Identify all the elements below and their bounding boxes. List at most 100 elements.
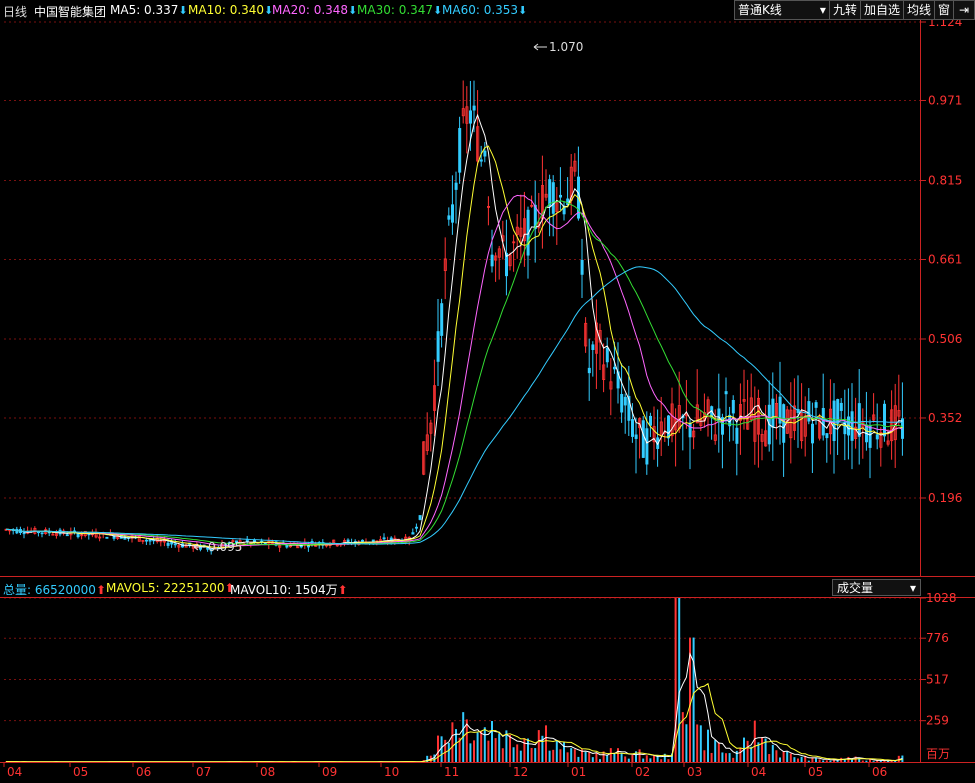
candle-body (22, 532, 26, 535)
mavol5-line (6, 652, 903, 763)
add-watchlist-button[interactable]: 加自选 (859, 0, 904, 20)
volume-bar (797, 758, 799, 762)
candle-body (587, 367, 591, 374)
candle-body (868, 425, 872, 448)
volume-bar (753, 720, 756, 762)
volume-bar (537, 730, 540, 762)
volume-bar (775, 750, 778, 762)
candle-body (875, 434, 879, 440)
volume-bar (800, 756, 803, 762)
month-label: 09 (322, 765, 337, 779)
volume-bar (534, 748, 537, 762)
volume-bar (696, 724, 699, 762)
kline-chart[interactable]: 1.1240.9710.8150.6610.5060.3520.196 1028… (0, 0, 975, 783)
candle-body (814, 402, 818, 408)
volume-bar (732, 757, 735, 762)
candle-body (825, 433, 829, 439)
volume-bar (818, 759, 821, 762)
volume-bar (509, 735, 511, 762)
candle-body (483, 150, 487, 157)
candle-body (440, 303, 444, 336)
volume-bar (487, 740, 490, 762)
volume-bar (570, 748, 573, 762)
month-axis: 04 05 06 07 08 09 10 11 12 01 02 03 04 05 06 (0, 762, 975, 779)
candle-body (170, 542, 174, 545)
ma10-label: MA10: 0.340⬇ (188, 3, 274, 17)
candle-body (731, 399, 735, 414)
volume-bar (883, 760, 886, 762)
volume-bar (815, 758, 817, 762)
price-tick-label: 0.661 (928, 252, 962, 266)
candle-body (832, 400, 836, 441)
volume-bar (642, 758, 645, 762)
volume-bar (555, 740, 558, 762)
candle-body (148, 539, 152, 542)
candle-body (559, 194, 563, 198)
ma-legend-bar: 日线 中国智能集团 MA5: 0.337⬇ MA10: 0.340⬇ MA20:… (0, 0, 975, 20)
candle-body (688, 422, 692, 438)
arrow-down-icon: ⬇ (518, 4, 528, 17)
candle-body (811, 423, 815, 444)
ma5-label: MA5: 0.337⬇ (110, 3, 188, 17)
ma20-label: MA20: 0.348⬇ (272, 3, 358, 17)
volume-bar (710, 752, 713, 762)
volume-bar (469, 743, 472, 762)
volume-bar (609, 748, 612, 762)
candle-body (821, 407, 825, 436)
mavol5-label: MAVOL5: 22251200⬆ (106, 581, 235, 595)
month-label: 05 (808, 765, 823, 779)
month-label: 06 (136, 765, 151, 779)
candle-body (623, 396, 627, 406)
pin-icon[interactable]: ⇥ (953, 0, 975, 20)
price-axis-line (920, 20, 921, 576)
volume-bar (739, 747, 742, 762)
volume-bar (825, 760, 828, 762)
candle-body (620, 393, 624, 413)
candles (4, 80, 905, 555)
candle-body (454, 182, 458, 190)
indicator-select[interactable]: 成交量 ▾ (832, 579, 921, 596)
mavol10-label: MAVOL10: 1504万⬆ (230, 583, 348, 597)
volume-bar (476, 732, 479, 762)
candle-body (479, 159, 483, 162)
volume-bar (761, 737, 763, 762)
candle-body (447, 215, 451, 220)
volume-bar (498, 733, 501, 762)
volume-bar (588, 752, 591, 762)
volume-tick-label: 517 (926, 673, 949, 687)
volume-bar (786, 751, 789, 762)
candle-body (382, 537, 386, 540)
volume-bar (613, 753, 616, 762)
volume-bar (599, 759, 601, 762)
volume-bar (782, 751, 785, 762)
period-label: 日线 (3, 5, 28, 19)
volume-bar (645, 755, 648, 762)
ma20-line (5, 194, 903, 547)
month-label: 04 (751, 765, 766, 779)
volume-bar (872, 761, 875, 762)
candle-body (411, 532, 415, 535)
candle-body (285, 544, 289, 548)
price-axis: 1.1240.9710.8150.6610.5060.3520.196 (0, 15, 975, 577)
kline-type-select[interactable]: 普通K线 ▾ (733, 0, 830, 20)
candle-body (436, 331, 440, 362)
mavol10-line (6, 682, 903, 763)
candle-body (166, 542, 170, 546)
candle-body (591, 344, 595, 350)
volume-bar (717, 742, 720, 762)
chevron-down-icon: ▾ (819, 3, 826, 17)
candle-body (580, 259, 584, 275)
candle-body (839, 402, 843, 411)
volume-bar (451, 722, 454, 762)
candle-body (490, 254, 494, 267)
volume-grid (4, 597, 920, 722)
month-label: 05 (73, 765, 88, 779)
avg-line-button[interactable]: 均线 (902, 0, 935, 20)
total-volume-label: 总量: 66520000⬆ (3, 583, 106, 597)
window-button[interactable]: 窗 (933, 0, 954, 20)
nine-turn-button[interactable]: 九转 (828, 0, 861, 20)
candle-body (771, 398, 775, 428)
arrow-down-icon: ⬇ (433, 4, 443, 17)
volume-bar (707, 729, 709, 762)
candle-body (645, 428, 649, 465)
